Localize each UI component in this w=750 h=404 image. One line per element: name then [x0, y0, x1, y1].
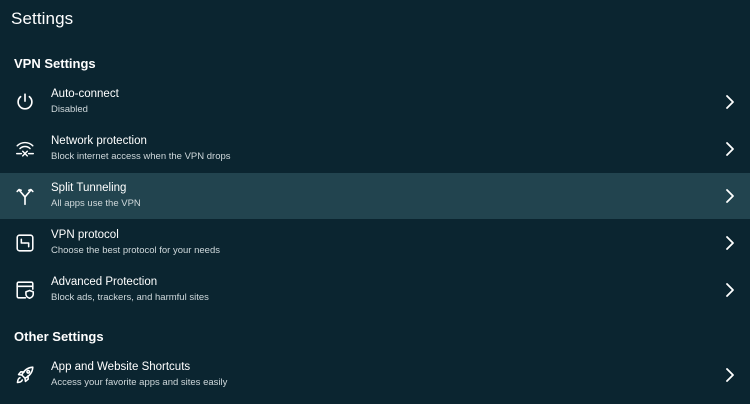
settings-item-advanced-protection[interactable]: Advanced Protection Block ads, trackers,… — [0, 267, 750, 313]
settings-item-subtitle: Block internet access when the VPN drops — [51, 151, 231, 162]
settings-item-title: Advanced Protection — [51, 276, 158, 288]
settings-item-auto-connect[interactable]: Auto-connect Disabled — [0, 79, 750, 125]
settings-item-subtitle: All apps use the VPN — [51, 198, 141, 209]
split-tunneling-icon — [14, 185, 36, 207]
section-header-vpn-settings: VPN Settings — [14, 56, 96, 71]
chevron-right-icon — [721, 93, 739, 111]
settings-item-network-protection[interactable]: Network protection Block internet access… — [0, 126, 750, 172]
settings-item-title: Auto-connect — [51, 88, 119, 100]
settings-item-subtitle: Access your favorite apps and sites easi… — [51, 377, 228, 388]
chevron-right-icon — [721, 281, 739, 299]
settings-item-subtitle: Choose the best protocol for your needs — [51, 245, 220, 256]
settings-item-split-tunneling[interactable]: Split Tunneling All apps use the VPN — [0, 173, 750, 219]
settings-item-title: App and Website Shortcuts — [51, 361, 191, 373]
advanced-protection-icon — [14, 279, 36, 301]
chevron-right-icon — [721, 187, 739, 205]
settings-item-app-website-shortcuts[interactable]: App and Website Shortcuts Access your fa… — [0, 352, 750, 398]
settings-item-title: Split Tunneling — [51, 182, 127, 194]
settings-item-subtitle: Block ads, trackers, and harmful sites — [51, 292, 209, 303]
rocket-icon — [14, 364, 36, 386]
power-icon — [14, 91, 36, 113]
settings-item-title: Network protection — [51, 135, 147, 147]
settings-item-title: VPN protocol — [51, 229, 119, 241]
chevron-right-icon — [721, 234, 739, 252]
section-header-other-settings: Other Settings — [14, 329, 104, 344]
vpn-protocol-icon — [14, 232, 36, 254]
page-title: Settings — [11, 9, 74, 28]
chevron-right-icon — [721, 366, 739, 384]
settings-item-vpn-protocol[interactable]: VPN protocol Choose the best protocol fo… — [0, 220, 750, 266]
settings-item-subtitle: Disabled — [51, 104, 88, 115]
chevron-right-icon — [721, 140, 739, 158]
network-protection-icon — [14, 138, 36, 160]
